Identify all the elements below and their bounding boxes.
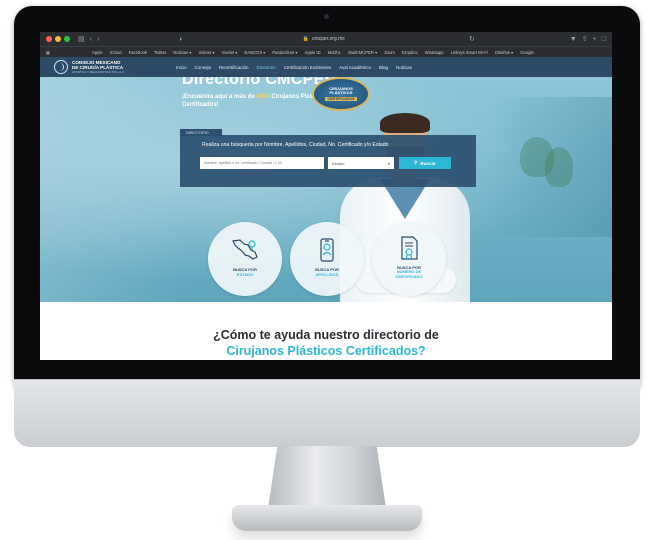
bookmark-item[interactable]: Zoom xyxy=(384,50,395,55)
section-headline-accent: Cirujanos Plásticos Certificados? xyxy=(226,344,426,358)
hero-subtitle-highlight: 2000 xyxy=(256,94,270,100)
feature-label: BUSCA POR ESTADO xyxy=(233,267,257,277)
id-badge-icon xyxy=(320,238,334,262)
menu-item[interactable]: Directorio xyxy=(257,65,276,70)
plant-decoration xyxy=(545,147,573,187)
bookmark-item[interactable]: Whatsapp xyxy=(425,50,444,55)
bookmarks-grid-icon[interactable]: ▦ xyxy=(46,50,50,55)
bookmark-item[interactable]: Noticias ▾ xyxy=(173,50,191,55)
camera-dot xyxy=(324,14,329,19)
hallway-background xyxy=(40,77,190,302)
menu-item[interactable]: Noticias xyxy=(396,65,412,70)
bookmark-item[interactable]: Diseños ▾ xyxy=(495,50,513,55)
seal-line2: PLÁSTICOS xyxy=(329,90,353,95)
main-menu: Inicio Consejo Recertificación Directorio Ce… xyxy=(176,65,412,70)
feature-line2: APELLIDOS xyxy=(315,271,339,277)
menu-item[interactable]: Aval Académico xyxy=(339,65,371,70)
bookmark-item[interactable]: MuDhL xyxy=(328,50,342,55)
bookmark-item[interactable]: Twitter xyxy=(154,50,166,55)
feature-label: BUSCA POR NÚMERO DE CERTIFICADO xyxy=(395,265,423,280)
state-select[interactable]: Estado ▾ xyxy=(328,157,394,169)
sidebar-icon[interactable]: ▤ xyxy=(78,36,85,43)
doctor-hair xyxy=(380,113,430,133)
feature-line2: ESTADO xyxy=(236,271,254,277)
lock-icon: 🔒 xyxy=(302,36,309,42)
search-by-certificate-card[interactable]: BUSCA POR NÚMERO DE CERTIFICADO xyxy=(372,222,446,296)
search-by-state-card[interactable]: BUSCA POR ESTADO xyxy=(208,222,282,296)
monitor-stand-foot xyxy=(232,505,422,531)
back-icon[interactable]: ‹ xyxy=(90,36,92,43)
browser-toolbar: ▤ ‹ › ◐ 🔒 cmcper.org.mx ↻ ▼ ⇧ + □ xyxy=(40,32,612,46)
search-button-label: Buscar xyxy=(420,160,436,166)
minimize-window-button[interactable] xyxy=(55,36,61,42)
search-caption: Realiza una búsqueda por Nombre, Apellid… xyxy=(202,142,389,148)
state-select-value: Estado xyxy=(332,160,345,166)
bookmark-item[interactable]: Google xyxy=(520,50,534,55)
close-window-button[interactable] xyxy=(46,36,52,42)
menu-item[interactable]: Blog xyxy=(379,65,388,70)
downloads-icon[interactable]: ▼ xyxy=(570,36,577,43)
chevron-down-icon: ▾ xyxy=(387,160,390,166)
new-tab-icon[interactable]: + xyxy=(593,36,597,43)
feature-line3: CERTIFICADO xyxy=(395,273,423,279)
bookmark-item[interactable]: Linksys Smart Wi-Fi xyxy=(451,50,488,55)
search-button[interactable]: ⚲ Buscar xyxy=(399,157,451,169)
menu-item[interactable]: Certificación Exámenes xyxy=(284,65,331,70)
reload-icon[interactable]: ↻ xyxy=(469,36,475,43)
bookmark-item[interactable]: BANCOS ▾ xyxy=(244,50,265,55)
bookmark-item[interactable]: MailCMCPER ▾ xyxy=(348,50,377,55)
monitor-chin xyxy=(14,379,640,447)
certificate-icon xyxy=(401,236,418,260)
zoom-window-button[interactable] xyxy=(64,36,70,42)
site-nav: CONSEJO MEXICANO DE CIRUGÍA PLÁSTICA EST… xyxy=(40,57,612,77)
bookmark-item[interactable]: Videos ▾ xyxy=(199,50,215,55)
address-bar[interactable]: 🔒 cmcper.org.mx xyxy=(184,36,464,42)
search-input[interactable] xyxy=(200,157,324,169)
tab-overview-icon[interactable]: □ xyxy=(602,36,606,43)
menu-item[interactable]: Recertificación xyxy=(219,65,249,70)
menu-item[interactable]: Consejo xyxy=(195,65,212,70)
hero-subtitle-prefix: ¡Encuentra aquí a más de xyxy=(182,94,257,100)
bookmark-item[interactable]: Apple ID xyxy=(305,50,321,55)
search-tab[interactable]: DIRECTORIO xyxy=(180,129,222,136)
forward-icon[interactable]: › xyxy=(97,36,99,43)
menu-item[interactable]: Inicio xyxy=(176,65,187,70)
address-bar-url: cmcper.org.mx xyxy=(311,36,345,42)
certified-seal: CIRUJANOS PLÁSTICOS CERTIFICADOS xyxy=(312,77,370,111)
bookmark-item[interactable]: Vuelos ▾ xyxy=(222,50,238,55)
bookmarks-bar: ▦ Apple iCloud Facebook Twitter Noticias ▾ Vi… xyxy=(40,46,612,57)
bookmark-item[interactable]: Facebook xyxy=(129,50,147,55)
screen: ▤ ‹ › ◐ 🔒 cmcper.org.mx ↻ ▼ ⇧ + □ ▦ Apple… xyxy=(40,32,612,360)
search-icon: ⚲ xyxy=(414,160,418,165)
bookmark-item[interactable]: iCloud xyxy=(110,50,122,55)
monitor-stand-neck xyxy=(268,446,386,508)
seal-ribbon: CERTIFICADOS xyxy=(324,97,358,102)
bookmark-item[interactable]: Parabolicos ▾ xyxy=(272,50,297,55)
search-by-surname-card[interactable]: BUSCA POR APELLIDOS xyxy=(290,222,364,296)
section-headline: ¿Cómo te ayuda nuestro directorio de xyxy=(213,328,439,342)
logo-mark-icon xyxy=(54,60,68,74)
bookmark-item[interactable]: Apple xyxy=(92,50,103,55)
feature-label: BUSCA POR APELLIDOS xyxy=(315,267,339,277)
bookmark-item[interactable]: Dropbox xyxy=(402,50,418,55)
share-icon[interactable]: ⇧ xyxy=(582,36,588,43)
map-icon xyxy=(232,239,258,260)
stage: ▤ ‹ › ◐ 🔒 cmcper.org.mx ↻ ▼ ⇧ + □ ▦ Apple… xyxy=(0,0,651,540)
logo-line3: ESTÉTICA Y RECONSTRUCTIVA, A.C. xyxy=(72,70,126,75)
site-logo[interactable]: CONSEJO MEXICANO DE CIRUGÍA PLÁSTICA EST… xyxy=(54,60,158,74)
